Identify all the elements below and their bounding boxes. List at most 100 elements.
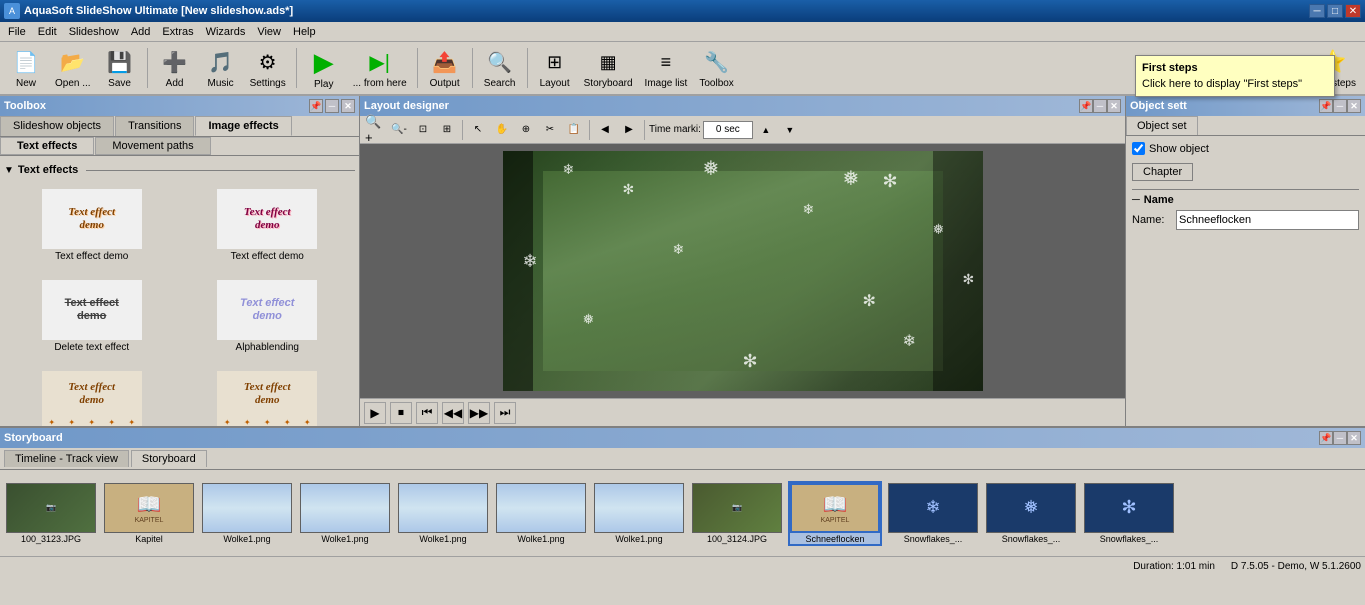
- ld-close-btn[interactable]: ✕: [1107, 99, 1121, 113]
- close-button[interactable]: ✕: [1345, 4, 1361, 18]
- ld-next-frame[interactable]: ▶: [618, 119, 640, 141]
- toolbar-toolbox[interactable]: 🔧 Toolbox: [694, 44, 738, 92]
- sb-item-0[interactable]: 📷 100_3123.JPG: [4, 481, 98, 546]
- sb-thumb-1: 📖 KAPITEL: [104, 483, 194, 533]
- play-last-btn[interactable]: ⏭: [494, 402, 516, 424]
- play-start-btn[interactable]: ▶: [364, 402, 386, 424]
- effect-item-2[interactable]: Text effectdemo Text effect demo: [184, 184, 352, 267]
- add-icon: ➕: [159, 47, 191, 77]
- sb-item-2[interactable]: Wolke1.png: [200, 481, 294, 546]
- sb-thumb-10: ❅: [986, 483, 1076, 533]
- tab-transitions[interactable]: Transitions: [115, 116, 194, 136]
- sb-close-btn[interactable]: ✕: [1347, 431, 1361, 445]
- sb-pin-btn[interactable]: 📌: [1319, 431, 1333, 445]
- title-text: AquaSoft SlideShow Ultimate [New slidesh…: [24, 5, 1309, 17]
- ld-select[interactable]: ↖: [467, 119, 489, 141]
- play-prev-btn[interactable]: ◀◀: [442, 402, 464, 424]
- toolbar-new[interactable]: 📄 New: [4, 44, 48, 92]
- ld-move[interactable]: ✋: [491, 119, 513, 141]
- sb-item-6[interactable]: Wolke1.png: [592, 481, 686, 546]
- toolbar-layout[interactable]: ⊞ Layout: [533, 44, 577, 92]
- toolbar-play[interactable]: ▶ Play: [302, 44, 346, 92]
- sb-item-3[interactable]: Wolke1.png: [298, 481, 392, 546]
- play-stop-btn[interactable]: ⏹: [390, 402, 412, 424]
- tab-image-effects[interactable]: Image effects: [195, 116, 291, 136]
- toolbar-settings[interactable]: ⚙ Settings: [245, 44, 291, 92]
- collapse-icon[interactable]: ▼: [4, 165, 14, 176]
- os-pin-btn[interactable]: 📌: [1319, 99, 1333, 113]
- toolbar-open[interactable]: 📂 Open ...: [50, 44, 96, 92]
- menu-extras[interactable]: Extras: [156, 24, 199, 40]
- toolbox-pin-btn[interactable]: 📌: [309, 99, 323, 113]
- effect-item-4[interactable]: Text effectdemo Alphablending: [184, 275, 352, 358]
- toolbar-save[interactable]: 💾 Save: [98, 44, 142, 92]
- toolbar-music[interactable]: 🎵 Music: [199, 44, 243, 92]
- sb-float-btn[interactable]: ─: [1333, 431, 1347, 445]
- ld-zoom-in[interactable]: 🔍+: [364, 119, 386, 141]
- os-close-btn[interactable]: ✕: [1347, 99, 1361, 113]
- sb-item-1[interactable]: 📖 KAPITEL Kapitel: [102, 481, 196, 546]
- collapse-name-icon[interactable]: ─: [1132, 194, 1140, 206]
- toolbar-output[interactable]: 📤 Output: [423, 44, 467, 92]
- name-input[interactable]: [1176, 210, 1359, 230]
- sb-item-8[interactable]: 📖 KAPITEL Schneeflocken: [788, 481, 882, 546]
- ld-cut[interactable]: ✂: [539, 119, 561, 141]
- ld-grid[interactable]: ⊞: [436, 119, 458, 141]
- ld-pin-btn[interactable]: 📌: [1079, 99, 1093, 113]
- time-marker-input[interactable]: [703, 121, 753, 139]
- play-first-btn[interactable]: ⏮: [416, 402, 438, 424]
- effect-item-6[interactable]: Text effectdemo ✦✦✦✦✦ Blow in (bottom ri…: [184, 366, 352, 426]
- first-steps-tooltip[interactable]: First steps Click here to display "First…: [1135, 55, 1335, 97]
- layout-designer-panel: Layout designer 📌 ─ ✕ 🔍+ 🔍- ⊡ ⊞ ↖ ✋ ⊕ ✂ …: [360, 96, 1125, 426]
- effect-item-1[interactable]: Text effectdemo Text effect demo: [8, 184, 176, 267]
- os-tab-object-set[interactable]: Object set: [1126, 116, 1198, 135]
- ld-zoom-out[interactable]: 🔍-: [388, 119, 410, 141]
- sb-tab-timeline[interactable]: Timeline - Track view: [4, 450, 129, 467]
- ld-copy[interactable]: 📋: [563, 119, 585, 141]
- toolbar-search[interactable]: 🔍 Search: [478, 44, 522, 92]
- menu-slideshow[interactable]: Slideshow: [63, 24, 125, 40]
- menu-file[interactable]: File: [2, 24, 32, 40]
- menu-help[interactable]: Help: [287, 24, 322, 40]
- os-float-btn[interactable]: ─: [1333, 99, 1347, 113]
- menu-edit[interactable]: Edit: [32, 24, 63, 40]
- ld-zoom-fit[interactable]: ⊡: [412, 119, 434, 141]
- effects-section: ▼ Text effects Text effectdemo Text effe…: [0, 156, 359, 426]
- time-up[interactable]: ▲: [755, 119, 777, 141]
- menu-add[interactable]: Add: [125, 24, 157, 40]
- toolbar-storyboard[interactable]: ▦ Storyboard: [579, 44, 638, 92]
- toolbox-float-btn[interactable]: ─: [325, 99, 339, 113]
- sb-item-5[interactable]: Wolke1.png: [494, 481, 588, 546]
- time-marker-label: Time marki:: [649, 124, 701, 135]
- toolbar-image-list[interactable]: ≡ Image list: [640, 44, 693, 92]
- menu-wizards[interactable]: Wizards: [200, 24, 252, 40]
- play-next-btn[interactable]: ▶▶: [468, 402, 490, 424]
- sb-item-9[interactable]: ❄ Snowflakes_...: [886, 481, 980, 546]
- minimize-button[interactable]: ─: [1309, 4, 1325, 18]
- time-down[interactable]: ▼: [779, 119, 801, 141]
- toolbox-close-btn[interactable]: ✕: [341, 99, 355, 113]
- tab-slideshow-objects[interactable]: Slideshow objects: [0, 116, 114, 136]
- toolbar-from-here[interactable]: ▶| ... from here: [348, 44, 412, 92]
- sb-thumb-2: [202, 483, 292, 533]
- ld-prev-frame[interactable]: ◀: [594, 119, 616, 141]
- sb-tab-storyboard[interactable]: Storyboard: [131, 450, 207, 467]
- ld-add-obj[interactable]: ⊕: [515, 119, 537, 141]
- storyboard-content: 📷 100_3123.JPG 📖 KAPITEL Kapitel Wolke1.…: [0, 470, 1365, 556]
- app-icon: A: [4, 3, 20, 19]
- toolbar-add[interactable]: ➕ Add: [153, 44, 197, 92]
- ld-float-btn[interactable]: ─: [1093, 99, 1107, 113]
- chapter-tab-btn[interactable]: Chapter: [1132, 163, 1193, 181]
- sb-item-7[interactable]: 📷 100_3124.JPG: [690, 481, 784, 546]
- chapter-tab-row: Chapter: [1132, 163, 1359, 181]
- subtab-text-effects[interactable]: Text effects: [0, 137, 94, 155]
- sb-item-10[interactable]: ❅ Snowflakes_...: [984, 481, 1078, 546]
- sb-item-11[interactable]: ✻ Snowflakes_...: [1082, 481, 1176, 546]
- menu-view[interactable]: View: [251, 24, 287, 40]
- effect-item-3[interactable]: Text effectdemo Delete text effect: [8, 275, 176, 358]
- show-object-checkbox[interactable]: [1132, 142, 1145, 155]
- subtab-movement-paths[interactable]: Movement paths: [95, 137, 210, 155]
- effect-item-5[interactable]: Text effectdemo ✦✦✦✦✦ Blow in (bottom le…: [8, 366, 176, 426]
- restore-button[interactable]: □: [1327, 4, 1343, 18]
- sb-item-4[interactable]: Wolke1.png: [396, 481, 490, 546]
